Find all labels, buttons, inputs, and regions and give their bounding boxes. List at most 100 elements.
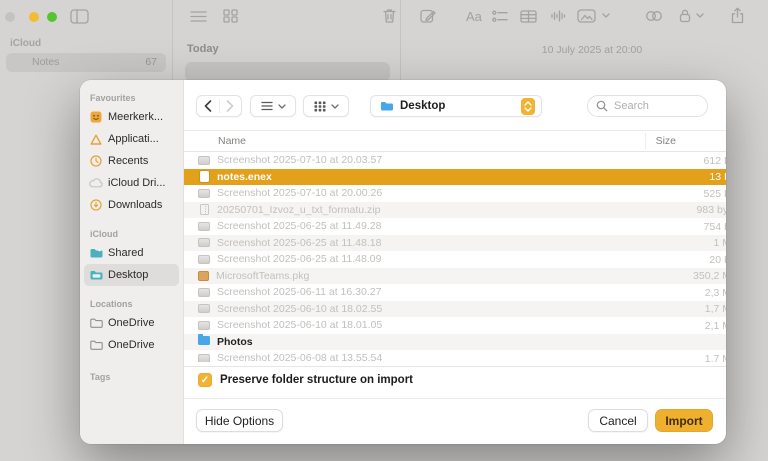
file-row[interactable]: Screenshot 2025-07-10 at 20.03.57612 K (184, 152, 726, 169)
image-file-icon (198, 238, 210, 247)
file-row[interactable]: 20250701_Izvoz_u_txt_formatu.zip983 byt (184, 202, 726, 219)
location-label: Desktop (400, 100, 521, 112)
chevron-down-icon (278, 104, 286, 109)
file-size: 350,2 M (693, 270, 726, 282)
format-icon: Aa (466, 9, 482, 24)
forward-button[interactable] (220, 100, 242, 112)
background-list-header: Today (187, 43, 219, 55)
file-row[interactable]: Screenshot 2025-06-25 at 11.48.18 1 M (184, 235, 726, 252)
background-notes-label: Notes (32, 56, 59, 68)
sidebar-item-downloads[interactable]: Downloads (84, 194, 179, 216)
file-size: 1,7 M (705, 353, 726, 363)
dialog-content: Desktop Name Size Screenshot 2025-07-10 … (184, 80, 726, 444)
file-size: 13 K (709, 171, 726, 183)
image-file-icon (198, 156, 210, 165)
zoom-window-button (47, 12, 57, 22)
options-row: ✓ Preserve folder structure on import (198, 373, 413, 387)
shared-folder-icon (89, 247, 103, 259)
name-column-header[interactable]: Name (218, 135, 246, 147)
clock-icon (89, 155, 103, 167)
file-list: Screenshot 2025-07-10 at 20.03.57612 K n… (184, 152, 726, 362)
sidebar-item-desktop[interactable]: Desktop (84, 264, 179, 286)
lock-chevron-down-icon (696, 13, 704, 19)
size-column-header[interactable]: Size (656, 135, 676, 147)
back-button[interactable] (197, 100, 219, 112)
file-row[interactable]: Screenshot 2025-06-10 at 18.01.05 2,1 M (184, 317, 726, 334)
location-stepper-icon (521, 98, 535, 115)
hide-options-button[interactable]: Hide Options (196, 409, 283, 432)
column-headers: Name Size (184, 131, 726, 151)
file-row[interactable]: MicrosoftTeams.pkg350,2 M (184, 268, 726, 285)
group-view-dropdown[interactable] (303, 95, 349, 117)
gallery-view-icon (223, 9, 238, 23)
sidebar-item-label: Recents (108, 155, 148, 167)
search-field[interactable] (587, 95, 708, 117)
image-file-icon (198, 288, 210, 297)
sidebar-item-label: Applicati... (108, 133, 159, 145)
file-name: notes.enex (217, 171, 272, 183)
file-size: 20 K (709, 254, 726, 266)
media-chevron-down-icon (602, 13, 610, 19)
link-icon (645, 10, 663, 22)
file-row[interactable]: Screenshot 2025-06-08 at 13.55.541,7 M (184, 350, 726, 362)
preserve-structure-checkbox[interactable]: ✓ (198, 373, 212, 387)
sidebar-item-label: Meerkerk... (108, 111, 163, 123)
file-size: 1 M (713, 237, 726, 249)
list-view-dropdown[interactable] (250, 95, 296, 117)
download-icon (89, 199, 103, 211)
lock-icon (679, 8, 691, 23)
sidebar-item-meerkerk[interactable]: Meerkerk... (84, 106, 179, 128)
import-button[interactable]: Import (655, 409, 713, 432)
file-name: Screenshot 2025-06-10 at 18.01.05 (217, 319, 382, 331)
sidebar-item-shared[interactable]: Shared (84, 242, 179, 264)
file-row[interactable]: Screenshot 2025-06-25 at 11.49.28 754 K (184, 218, 726, 235)
file-size: 2,3 M (705, 287, 726, 299)
sidebar-item-recents[interactable]: Recents (84, 150, 179, 172)
sidebar-item-onedrive-2[interactable]: OneDrive (84, 334, 179, 356)
file-row[interactable]: Screenshot 2025-06-10 at 18.02.551,7 M (184, 301, 726, 318)
file-name: Screenshot 2025-06-25 at 11.48.09 (217, 253, 381, 265)
folder-icon (89, 339, 103, 351)
file-row[interactable]: Screenshot 2025-07-10 at 20.00.26525 K (184, 185, 726, 202)
search-input[interactable] (612, 99, 696, 113)
file-name: Photos (217, 336, 253, 348)
package-file-icon (198, 271, 209, 281)
sidebar-toggle-icon (70, 9, 89, 24)
archive-file-icon (200, 204, 209, 215)
image-file-icon (198, 255, 210, 264)
file-size: 983 byt (697, 204, 726, 216)
cancel-button[interactable]: Cancel (588, 409, 648, 432)
desktop-folder-icon (89, 269, 103, 281)
image-file-icon (198, 354, 210, 362)
file-row[interactable]: Screenshot 2025-06-11 at 16.30.27 2,3 M (184, 284, 726, 301)
icloud-section-label: iCloud (90, 229, 183, 239)
sidebar-item-label: OneDrive (108, 317, 154, 329)
sidebar-item-onedrive-1[interactable]: OneDrive (84, 312, 179, 334)
sidebar-item-icloud-drive[interactable]: iCloud Dri... (84, 172, 179, 194)
preserve-structure-label: Preserve folder structure on import (220, 374, 413, 386)
file-row-selected[interactable]: notes.enex 13 K (184, 169, 726, 186)
image-file-icon (198, 321, 210, 330)
folder-row-photos[interactable]: Photos (184, 334, 726, 351)
cloud-icon (89, 177, 103, 189)
file-name: Screenshot 2025-06-25 at 11.48.18 (217, 237, 381, 249)
file-name: Screenshot 2025-06-11 at 16.30.27 (217, 286, 381, 298)
file-row[interactable]: Screenshot 2025-06-25 at 11.48.09 20 K (184, 251, 726, 268)
background-sidebar-section: iCloud (10, 38, 41, 49)
sidebar-item-applications[interactable]: Applicati... (84, 128, 179, 150)
minimize-window-button (29, 12, 39, 22)
file-size: 2,1 M (705, 320, 726, 332)
file-size: 754 K (704, 221, 726, 233)
close-window-button (5, 12, 15, 22)
audio-icon (550, 9, 566, 23)
blue-folder-icon (380, 101, 394, 112)
sidebar-item-label: iCloud Dri... (108, 177, 165, 189)
sidebar-item-label: Shared (108, 247, 143, 259)
background-note-card (185, 62, 390, 82)
sidebar-item-label: Downloads (108, 199, 162, 211)
sidebar-item-label: OneDrive (108, 339, 154, 351)
list-view-icon (261, 101, 273, 111)
file-name: Screenshot 2025-06-25 at 11.49.28 (217, 220, 381, 232)
location-dropdown[interactable]: Desktop (370, 95, 542, 117)
document-file-icon (200, 171, 209, 182)
